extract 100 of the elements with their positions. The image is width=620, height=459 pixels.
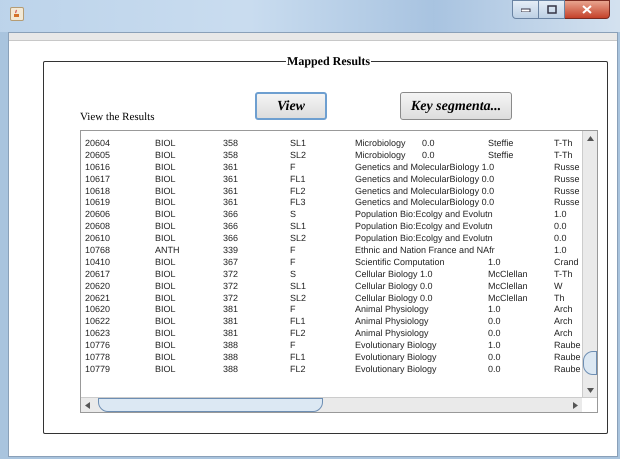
table-cell: 1.0 bbox=[488, 339, 501, 352]
table-cell: FL2 bbox=[290, 327, 306, 340]
table-cell: 1.0 bbox=[488, 303, 501, 316]
table-cell: Russe bbox=[554, 172, 580, 185]
table-cell: Microbiology bbox=[355, 148, 406, 161]
key-segmentation-button[interactable]: Key segmenta... bbox=[400, 92, 512, 120]
table-cell: 1.0 bbox=[488, 256, 501, 268]
scroll-thumb[interactable] bbox=[98, 398, 323, 412]
table-cell: 0.0 bbox=[554, 232, 567, 244]
table-cell: T-Th bbox=[554, 148, 573, 161]
table-cell: BIOL bbox=[155, 160, 176, 173]
table-cell: T-Th bbox=[554, 268, 573, 280]
table-cell: Cellular Biology 1.0 bbox=[355, 268, 433, 280]
table-cell: 0.0 bbox=[554, 220, 567, 232]
table-cell: T-Th bbox=[554, 137, 573, 149]
table-cell: F bbox=[290, 160, 296, 173]
table-cell: Evolutionary Biology bbox=[355, 362, 437, 375]
table-cell: 388 bbox=[223, 339, 238, 352]
minimize-button[interactable] bbox=[512, 0, 539, 19]
table-cell: Arch bbox=[554, 303, 573, 316]
table-cell: SL1 bbox=[290, 280, 306, 292]
table-cell: BIOL bbox=[155, 315, 176, 328]
table-cell: 20605 bbox=[85, 148, 110, 161]
table-cell: 10779 bbox=[85, 362, 110, 375]
table-cell: 388 bbox=[223, 362, 238, 375]
table-cell: 20606 bbox=[85, 208, 110, 220]
table-cell: BIOL bbox=[155, 339, 176, 352]
table-cell: 20608 bbox=[85, 220, 110, 232]
table-cell: Evolutionary Biology bbox=[355, 351, 437, 364]
table-cell: SL2 bbox=[290, 148, 306, 161]
table-cell: SL1 bbox=[290, 220, 306, 232]
table-cell: FL1 bbox=[290, 172, 306, 185]
table-cell: 381 bbox=[223, 303, 238, 316]
scroll-up-icon bbox=[586, 136, 594, 140]
table-cell: SL2 bbox=[290, 232, 306, 244]
scroll-down-icon bbox=[586, 388, 594, 392]
table-cell: BIOL bbox=[155, 280, 176, 292]
table-cell: Arch bbox=[554, 327, 573, 340]
table-cell: Population Bio:Ecolgy and Evolutn bbox=[355, 220, 493, 232]
table-cell: F bbox=[290, 256, 296, 268]
table-cell: 10778 bbox=[85, 351, 110, 364]
scroll-right-icon bbox=[573, 402, 578, 408]
table-cell: BIOL bbox=[155, 303, 176, 316]
table-cell: FL2 bbox=[290, 362, 306, 375]
table-cell: Animal Physiology bbox=[355, 315, 429, 328]
table-cell: 361 bbox=[223, 196, 238, 208]
table-cell: 0.0 bbox=[488, 351, 501, 364]
table-cell: 20617 bbox=[85, 268, 110, 280]
close-icon bbox=[582, 5, 592, 14]
table-cell: BIOL bbox=[155, 148, 176, 161]
maximize-button[interactable] bbox=[539, 0, 565, 19]
table-cell: S bbox=[290, 268, 296, 280]
table-cell: 0.0 bbox=[488, 327, 501, 340]
table-cell: BIOL bbox=[155, 232, 176, 244]
table-cell: BIOL bbox=[155, 268, 176, 280]
table-cell: Cellular Biology 0.0 bbox=[355, 280, 433, 292]
minimize-icon bbox=[520, 8, 530, 12]
table-cell: 0.0 bbox=[488, 315, 501, 328]
table-cell: 20620 bbox=[85, 280, 110, 292]
table-cell: Russe bbox=[554, 160, 580, 173]
table-cell: 372 bbox=[223, 292, 238, 304]
table-cell: FL2 bbox=[290, 184, 306, 197]
table-cell: 0.0 bbox=[488, 362, 501, 375]
table-cell: BIOL bbox=[155, 196, 176, 208]
table-cell: SL2 bbox=[290, 292, 306, 304]
table-cell: 10619 bbox=[85, 196, 110, 208]
table-cell: McClellan bbox=[488, 280, 528, 292]
table-cell: BIOL bbox=[155, 256, 176, 268]
view-button[interactable]: View bbox=[255, 92, 327, 120]
table-cell: BIOL bbox=[155, 362, 176, 375]
table-cell: Scientific Computation bbox=[355, 256, 445, 268]
table-cell: Animal Physiology bbox=[355, 303, 429, 316]
table-cell: FL3 bbox=[290, 196, 306, 208]
table-cell: 358 bbox=[223, 148, 238, 161]
table-cell: 0.0 bbox=[422, 148, 435, 161]
table-cell: BIOL bbox=[155, 292, 176, 304]
table-cell: Population Bio:Ecolgy and Evolutn bbox=[355, 232, 493, 244]
table-cell: Genetics and MolecularBiology 0.0 bbox=[355, 172, 494, 185]
table-cell: FL1 bbox=[290, 351, 306, 364]
table-cell: Th bbox=[554, 292, 565, 304]
table-cell: 361 bbox=[223, 160, 238, 173]
table-cell: Cellular Biology 0.0 bbox=[355, 292, 433, 304]
horizontal-scrollbar[interactable] bbox=[81, 398, 582, 412]
table-cell: 10623 bbox=[85, 327, 110, 340]
close-button[interactable] bbox=[565, 0, 610, 19]
table-cell: 372 bbox=[223, 268, 238, 280]
table-cell: 381 bbox=[223, 327, 238, 340]
table-cell: 10620 bbox=[85, 303, 110, 316]
table-cell: 20610 bbox=[85, 232, 110, 244]
table-cell: BIOL bbox=[155, 220, 176, 232]
table-cell: 358 bbox=[223, 137, 238, 149]
table-cell: 388 bbox=[223, 351, 238, 364]
table-cell: Genetics and MolecularBiology 0.0 bbox=[355, 184, 494, 197]
table-cell: Arch bbox=[554, 315, 573, 328]
scroll-thumb[interactable] bbox=[583, 351, 597, 375]
vertical-scrollbar[interactable] bbox=[582, 131, 597, 397]
table-cell: 381 bbox=[223, 315, 238, 328]
table-cell: 367 bbox=[223, 256, 238, 268]
table-cell: 0.0 bbox=[422, 137, 435, 149]
table-cell: McClellan bbox=[488, 268, 528, 280]
